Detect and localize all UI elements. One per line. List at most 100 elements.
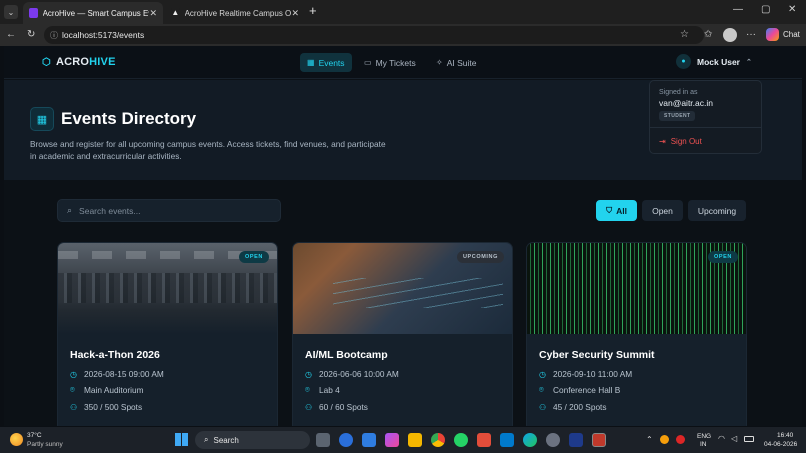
nav-events[interactable]: ▦ Events [300, 53, 352, 72]
event-card[interactable]: OPEN Hack-a-Thon 2026 ◷ 2026-08-15 09:00… [57, 242, 278, 426]
user-name: Mock User [697, 56, 740, 67]
tab-close-icon[interactable]: ✕ [291, 8, 299, 19]
filter-icon: ⛉ [606, 205, 613, 215]
back-icon[interactable]: ← [6, 29, 16, 40]
location-pin-icon: ⌾ [539, 385, 544, 394]
nav-label: My Tickets [375, 57, 416, 68]
minimize-icon[interactable]: — [733, 4, 743, 15]
maximize-icon[interactable]: ▢ [761, 4, 770, 15]
hexagon-logo-icon: ⬡ [42, 56, 51, 68]
event-spots-text: 45 / 200 Spots [553, 402, 607, 412]
clock-icon: ◷ [70, 369, 77, 379]
tab-close-icon[interactable]: ✕ [149, 8, 157, 19]
chat-button[interactable]: Chat [783, 30, 800, 39]
page-description: Browse and register for all upcoming cam… [30, 139, 386, 161]
favorite-star-icon[interactable]: ☆ [680, 29, 689, 40]
favorites-icon[interactable]: ✩ [704, 29, 712, 40]
file-explorer-icon[interactable] [408, 433, 422, 447]
event-spots-text: 350 / 500 Spots [84, 402, 143, 412]
tray-chevron-up-icon[interactable]: ⌃ [646, 435, 653, 444]
search-placeholder: Search events... [79, 205, 141, 216]
page-title: Events Directory [61, 109, 197, 128]
windows-start-icon[interactable] [175, 433, 188, 446]
nav-label: Events [318, 57, 345, 68]
calendar-icon: ▦ [30, 107, 54, 131]
event-card[interactable]: UPCOMING AI/ML Bootcamp ◷ 2026-06-06 10:… [292, 242, 513, 426]
acrohive-logo[interactable]: ⬡ ACRO HIVE [42, 56, 116, 68]
calendar-icon: ▦ [307, 58, 315, 67]
event-card[interactable]: OPEN Cyber Security Summit ◷ 2026-09-10 … [526, 242, 747, 426]
tab-title: AcroHive — Smart Campus Events [42, 8, 150, 18]
event-title: Cyber Security Summit [539, 349, 655, 361]
clock-date[interactable]: 04-06-2026 [764, 441, 797, 448]
hp-icon[interactable] [339, 433, 353, 447]
vscode-icon[interactable] [500, 433, 514, 447]
status-badge: UPCOMING [456, 251, 504, 263]
clock-time[interactable]: 16:40 [777, 432, 793, 439]
search-icon: ⌕ [204, 435, 209, 444]
nav-my-tickets[interactable]: ▭ My Tickets [357, 53, 423, 72]
new-tab-button[interactable]: + [309, 3, 317, 18]
settings-gear-icon[interactable] [546, 433, 560, 447]
windows-taskbar: 37°C Partly sunny ⌕ Search ⌃ ENG IN ◠ ◁ … [0, 427, 806, 453]
whatsapp-icon[interactable] [454, 433, 468, 447]
sign-out-button[interactable]: ⇥ Sign Out [659, 137, 702, 146]
role-badge: STUDENT [659, 111, 696, 121]
gmail-icon[interactable] [477, 433, 491, 447]
profile-avatar-icon[interactable] [723, 28, 737, 42]
browser-tab-active[interactable]: AcroHive — Smart Campus Events ✕ [23, 2, 163, 24]
tab-list-chevron-icon[interactable]: ⌄ [4, 5, 18, 19]
ticket-icon: ▭ [364, 58, 372, 67]
event-spots-text: 60 / 60 Spots [319, 402, 368, 412]
edge-icon[interactable] [523, 433, 537, 447]
user-email: van@aitr.ac.in [659, 98, 713, 108]
window-close-icon[interactable]: ✕ [788, 4, 796, 15]
user-avatar-icon: ● [676, 54, 691, 69]
app-active-icon[interactable] [592, 433, 606, 447]
copilot-app-icon[interactable] [385, 433, 399, 447]
weather-temp[interactable]: 37°C [27, 432, 42, 439]
event-datetime-text: 2026-08-15 09:00 AM [84, 369, 164, 379]
users-icon: ⚇ [70, 402, 78, 412]
refresh-icon[interactable]: ↻ [27, 29, 35, 40]
browser-tab[interactable]: ▲ AcroHive Realtime Campus OS - E ✕ [165, 2, 305, 24]
event-datetime-text: 2026-06-06 10:00 AM [319, 369, 399, 379]
event-datetime: ◷ 2026-08-15 09:00 AM [70, 369, 164, 379]
nav-label: AI Suite [446, 57, 477, 68]
filter-open-button[interactable]: Open [642, 200, 683, 221]
weather-desc[interactable]: Partly sunny [27, 441, 63, 448]
weather-sun-icon[interactable] [10, 433, 23, 446]
mail-icon[interactable] [362, 433, 376, 447]
event-venue: ⌾ Main Auditorium [70, 385, 144, 395]
tray-app-icon[interactable] [660, 435, 669, 444]
taskbar-search[interactable]: ⌕ Search [195, 431, 310, 449]
battery-icon[interactable] [744, 436, 754, 442]
users-icon: ⚇ [539, 402, 547, 412]
sign-out-label: Sign Out [670, 137, 702, 146]
search-input[interactable]: ⌕ Search events... [57, 199, 281, 222]
task-view-icon[interactable] [316, 433, 330, 447]
event-venue-text: Main Auditorium [84, 385, 144, 395]
event-spots: ⚇ 45 / 200 Spots [539, 402, 607, 412]
app-a-icon[interactable] [569, 433, 583, 447]
filter-upcoming-button[interactable]: Upcoming [688, 200, 746, 221]
wifi-icon[interactable]: ◠ [718, 434, 725, 443]
event-venue-text: Lab 4 [319, 385, 340, 395]
user-menu-trigger[interactable]: ● Mock User ⌃ [676, 54, 752, 69]
address-bar[interactable]: ⓘ localhost:5173/events ☆ [44, 26, 704, 44]
filter-all-button[interactable]: ⛉ All [596, 200, 637, 221]
tab-title: AcroHive Realtime Campus OS - E [184, 8, 292, 18]
location-pin-icon: ⌾ [305, 385, 310, 394]
volume-icon[interactable]: ◁ [731, 434, 737, 443]
more-menu-icon[interactable]: ··· [746, 29, 756, 40]
language-bottom[interactable]: IN [700, 441, 707, 448]
nav-ai-suite[interactable]: ✧ AI Suite [429, 53, 483, 72]
chrome-icon[interactable] [431, 433, 445, 447]
event-title: AI/ML Bootcamp [305, 349, 388, 361]
language-top[interactable]: ENG [697, 433, 711, 440]
logout-icon: ⇥ [659, 137, 666, 146]
tray-app-icon[interactable] [676, 435, 685, 444]
site-info-icon[interactable]: ⓘ [50, 30, 58, 41]
location-pin-icon: ⌾ [70, 385, 75, 394]
copilot-icon[interactable] [766, 28, 779, 41]
